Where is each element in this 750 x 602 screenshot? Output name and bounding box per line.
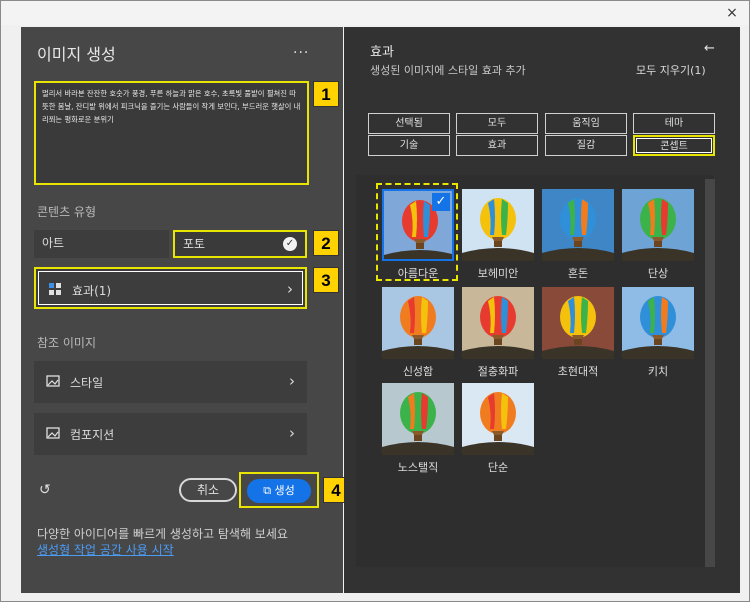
effect-tile-label: 단상 xyxy=(647,267,669,280)
effect-tile-label: 절충화파 xyxy=(477,365,519,378)
effect-tile-label: 혼돈 xyxy=(567,267,589,280)
scrollbar[interactable] xyxy=(705,179,715,567)
balloon-thumbnail xyxy=(462,383,534,455)
more-options-icon[interactable]: ... xyxy=(293,41,309,57)
clear-all-button[interactable]: 모두 지우기(1) xyxy=(636,62,706,78)
selected-tile-outline xyxy=(376,183,458,281)
balloon-thumbnail xyxy=(542,189,614,261)
callout-badge-1: 1 xyxy=(313,81,339,107)
generate-button[interactable]: ⧉ 생성 xyxy=(247,479,311,503)
filter-기술[interactable]: 기술 xyxy=(368,135,450,156)
style-label: 스타일 xyxy=(70,376,104,390)
chevron-right-icon: › xyxy=(289,424,295,442)
balloon-thumbnail xyxy=(382,287,454,359)
filter-콘셉트[interactable]: 콘셉트 xyxy=(633,135,715,156)
effects-title: 효과 xyxy=(370,45,394,60)
effect-tile-label: 노스탤직 xyxy=(397,461,439,474)
balloon-thumbnail xyxy=(462,189,534,261)
effect-tile-label: 보헤미안 xyxy=(477,267,519,280)
close-icon[interactable]: × xyxy=(721,3,743,23)
title-bar: × xyxy=(1,1,749,25)
balloon-thumbnail xyxy=(382,383,454,455)
balloon-thumbnail xyxy=(622,287,694,359)
generate-label: 생성 xyxy=(274,484,295,497)
filter-테마[interactable]: 테마 xyxy=(633,113,715,134)
filter-움직임[interactable]: 움직임 xyxy=(545,113,627,134)
effects-button[interactable]: 효과(1) › xyxy=(34,267,307,309)
effect-tile-label: 신성함 xyxy=(402,365,434,378)
chevron-right-icon: › xyxy=(289,372,295,390)
callout-badge-2: 2 xyxy=(313,230,339,256)
effects-subtitle: 생성된 이미지에 스타일 효과 추가 xyxy=(370,64,526,77)
effect-tile-label: 단순 xyxy=(487,461,509,474)
content-type-label: 콘텐츠 유형 xyxy=(37,205,97,219)
prompt-input[interactable]: 멀리서 바라본 잔잔한 호숫가 풍경, 푸른 하늘과 맑은 호수, 초록빛 풀밭… xyxy=(34,81,309,185)
image-icon xyxy=(46,375,60,387)
reference-image-label: 참조 이미지 xyxy=(37,336,97,350)
composition-button[interactable]: 컴포지션 › xyxy=(34,413,307,455)
filter-효과[interactable]: 효과 xyxy=(456,135,538,156)
style-button[interactable]: 스타일 › xyxy=(34,361,307,403)
filter-모두[interactable]: 모두 xyxy=(456,113,538,134)
content-type-photo-button[interactable]: 포토 ✓ xyxy=(173,230,307,258)
callout-badge-3: 3 xyxy=(313,267,339,293)
generate-highlight: ⧉ 생성 xyxy=(239,472,319,508)
effects-panel: 효과 생성된 이미지에 스타일 효과 추가 ← 모두 지우기(1) 선택됨 모두 움… xyxy=(344,27,740,593)
balloon-thumbnail xyxy=(542,287,614,359)
dialog-window: × 이미지 생성 ... 멀리서 바라본 잔잔한 호숫가 풍경, 푸른 하늘과 … xyxy=(0,0,750,602)
workspace-link[interactable]: 생성형 작업 공간 사용 시작 xyxy=(37,541,174,558)
filter-질감[interactable]: 질감 xyxy=(545,135,627,156)
effect-tile-label: 키치 xyxy=(647,365,669,378)
image-icon xyxy=(46,427,60,439)
checkmark-icon: ✓ xyxy=(283,237,297,251)
filter-선택됨[interactable]: 선택됨 xyxy=(368,113,450,134)
reset-icon[interactable]: ↺ xyxy=(39,482,55,498)
back-arrow-icon[interactable]: ← xyxy=(704,41,715,56)
panel-title: 이미지 생성 xyxy=(37,45,116,64)
generate-icon: ⧉ xyxy=(263,484,275,497)
effect-tile-label: 초현대적 xyxy=(557,365,599,378)
effects-icon xyxy=(49,283,61,295)
balloon-thumbnail xyxy=(462,287,534,359)
effects-label: 효과(1) xyxy=(72,284,112,298)
cancel-button[interactable]: 취소 xyxy=(179,478,237,502)
composition-label: 컴포지션 xyxy=(70,428,115,442)
balloon-thumbnail xyxy=(622,189,694,261)
content-type-photo-label: 포토 xyxy=(183,237,206,251)
generate-panel: 이미지 생성 ... 멀리서 바라본 잔잔한 호숫가 풍경, 푸른 하늘과 맑은… xyxy=(21,27,349,593)
content-type-art-button[interactable]: 아트 xyxy=(34,230,169,258)
tip-text: 다양한 아이디어를 빠르게 생성하고 탐색해 보세요 xyxy=(37,527,288,541)
chevron-right-icon: › xyxy=(287,280,293,298)
